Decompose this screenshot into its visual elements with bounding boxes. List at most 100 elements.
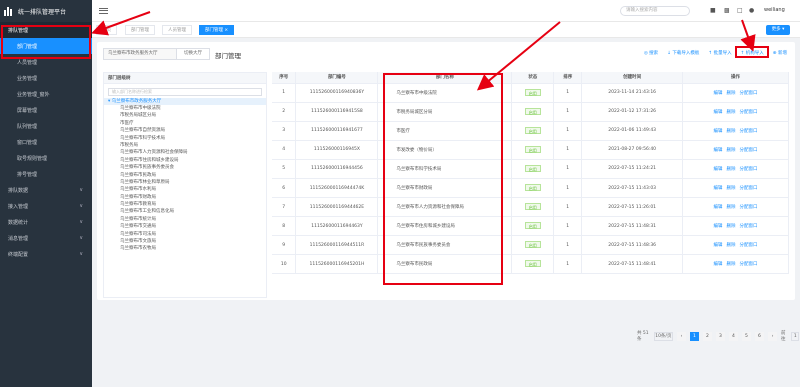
sidebar-item[interactable]: 消息管理 ∨ xyxy=(0,230,92,246)
tree-node[interactable]: 乌兰察布市林业和草原局 xyxy=(104,179,266,186)
tab-item[interactable]: 部门管理 xyxy=(125,25,155,35)
tab-item[interactable]: 人员管理 xyxy=(162,25,192,35)
next-page-button[interactable]: › xyxy=(767,331,777,341)
prev-page-button[interactable]: ‹ xyxy=(676,331,686,341)
delete-button[interactable]: 删除 xyxy=(727,167,736,172)
hall-select-input[interactable]: 乌兰察布市政务服务大厅 xyxy=(103,48,183,60)
hamburger-icon[interactable] xyxy=(99,7,108,14)
tree-node[interactable]: 乌兰察布市财政局 xyxy=(104,194,266,201)
tree-node[interactable]: 乌兰察布市教育局 xyxy=(104,201,266,208)
assign-window-button[interactable]: 分配窗口 xyxy=(740,262,758,267)
page-size-select[interactable]: 10条/页 xyxy=(653,331,673,341)
toolbar-action[interactable]: ↑ 批量导入 xyxy=(708,50,731,56)
delete-button[interactable]: 删除 xyxy=(727,224,736,229)
edit-button[interactable]: 编辑 xyxy=(714,129,723,134)
page-number[interactable]: 2 xyxy=(702,331,712,341)
assign-window-button[interactable]: 分配窗口 xyxy=(740,167,758,172)
table-row: 10 111526000116945201H 乌兰察布市民政局 启用 1 2022-07-… xyxy=(272,254,789,275)
tree-node[interactable]: 乌兰察布市科学技术局 xyxy=(104,135,266,142)
page-goto-input[interactable]: 1 xyxy=(791,331,800,341)
edit-button[interactable]: 编辑 xyxy=(714,148,723,153)
tree-node[interactable]: 乌兰察布市统计局 xyxy=(104,216,266,223)
page-number[interactable]: 3 xyxy=(715,331,725,341)
delete-button[interactable]: 删除 xyxy=(727,91,736,96)
page-number[interactable]: 6 xyxy=(754,331,764,341)
assign-window-button[interactable]: 分配窗口 xyxy=(740,186,758,191)
lock-icon[interactable]: ■ xyxy=(710,7,716,14)
sidebar-item[interactable]: 窗口管理 xyxy=(0,134,92,150)
top-header: 请输入搜索内容 ■ ▩ □ ● weiliang xyxy=(92,0,800,22)
toolbar-action[interactable]: ⊕ 新增 xyxy=(773,50,787,56)
toolbar-action[interactable]: ◎ 搜索 xyxy=(644,50,658,56)
status-badge: 启用 xyxy=(524,260,541,268)
assign-window-button[interactable]: 分配窗口 xyxy=(740,224,758,229)
save-icon[interactable]: ▩ xyxy=(724,7,730,14)
assign-window-button[interactable]: 分配窗口 xyxy=(740,205,758,210)
tree-root-node[interactable]: ▾ 乌兰察布市政务服务大厅 xyxy=(104,98,266,105)
tree-node[interactable]: 乌兰察布市自然资源局 xyxy=(104,127,266,134)
tree-node[interactable]: 乌兰察布市中级法院 xyxy=(104,105,266,112)
tree-node[interactable]: 市税务局 xyxy=(104,142,266,149)
delete-button[interactable]: 删除 xyxy=(727,110,736,115)
assign-window-button[interactable]: 分配窗口 xyxy=(740,129,758,134)
page-number[interactable]: 5 xyxy=(741,331,751,341)
delete-button[interactable]: 删除 xyxy=(727,262,736,267)
sidebar-item[interactable]: 业务管理 xyxy=(0,70,92,86)
delete-button[interactable]: 删除 xyxy=(727,148,736,153)
sidebar-item[interactable]: 屏幕管理 xyxy=(0,102,92,118)
delete-button[interactable]: 删除 xyxy=(727,129,736,134)
edit-button[interactable]: 编辑 xyxy=(714,243,723,248)
cell-no: 1 xyxy=(272,83,297,103)
delete-button[interactable]: 删除 xyxy=(727,205,736,210)
assign-window-button[interactable]: 分配窗口 xyxy=(740,243,758,248)
tree-node[interactable]: 乌兰察布市文旅局 xyxy=(104,238,266,245)
sidebar-item-label: 人员管理 xyxy=(17,59,38,66)
delete-button[interactable]: 删除 xyxy=(727,186,736,191)
tree-node[interactable]: 乌兰察布市水利局 xyxy=(104,186,266,193)
delete-button[interactable]: 删除 xyxy=(727,243,736,248)
tab-item[interactable]: 部门管理 × xyxy=(199,25,235,35)
toolbar-action[interactable]: ↓ 下载导入模板 xyxy=(667,50,699,56)
edit-button[interactable]: 编辑 xyxy=(714,205,723,210)
sidebar-item[interactable]: 业务管理_窗外 xyxy=(0,86,92,102)
user-name[interactable]: weiliang xyxy=(764,7,785,13)
switch-hall-button[interactable]: 切换大厅 xyxy=(176,48,210,60)
sidebar-item-label: 窗口管理 xyxy=(17,139,38,146)
sidebar-item[interactable]: 取号规则管理 xyxy=(0,150,92,166)
fullscreen-icon[interactable]: □ xyxy=(737,7,743,14)
sidebar-item[interactable]: 数据统计 ∨ xyxy=(0,214,92,230)
page-number[interactable]: 1 xyxy=(689,331,699,341)
sidebar-item[interactable]: 队列管理 xyxy=(0,118,92,134)
tree-node[interactable]: 乌兰察布市住房和城乡建设局 xyxy=(104,157,266,164)
tree-node[interactable]: 市医疗 xyxy=(104,120,266,127)
tree-node[interactable]: 乌兰察布市工业和信息化局 xyxy=(104,208,266,215)
global-search-input[interactable]: 请输入搜索内容 xyxy=(620,6,690,16)
sidebar-item[interactable]: 终端配置 ∨ xyxy=(0,246,92,262)
edit-button[interactable]: 编辑 xyxy=(714,167,723,172)
tree-node[interactable]: 乌兰察布市民政局 xyxy=(104,172,266,179)
tree-node[interactable]: 乌兰察布市民族事务委员会 xyxy=(104,164,266,171)
sidebar-item[interactable]: 排队数据 ∨ xyxy=(0,182,92,198)
assign-window-button[interactable]: 分配窗口 xyxy=(740,148,758,153)
user-avatar-icon[interactable]: ● xyxy=(749,7,754,14)
tree-node[interactable]: 乌兰察布市司法局 xyxy=(104,231,266,238)
cell-status: 启用 xyxy=(511,159,555,179)
more-button[interactable]: 更多 ▾ xyxy=(766,25,790,35)
assign-window-button[interactable]: 分配窗口 xyxy=(740,91,758,96)
tab-item[interactable]: 首页 xyxy=(96,25,117,35)
edit-button[interactable]: 编辑 xyxy=(714,91,723,96)
sidebar-item[interactable]: 排号管理 xyxy=(0,166,92,182)
tree-node[interactable]: 乌兰察布市人力资源和社会保障局 xyxy=(104,149,266,156)
edit-button[interactable]: 编辑 xyxy=(714,110,723,115)
edit-button[interactable]: 编辑 xyxy=(714,262,723,267)
tree-node[interactable]: 市税务局城区分局 xyxy=(104,112,266,119)
tree-filter-input[interactable]: 输入部门名称进行检索 xyxy=(108,88,262,96)
sidebar-item[interactable]: 接入管理 ∨ xyxy=(0,198,92,214)
cell-code: 111526000116944462E xyxy=(295,197,379,218)
page-number[interactable]: 4 xyxy=(728,331,738,341)
edit-button[interactable]: 编辑 xyxy=(714,224,723,229)
edit-button[interactable]: 编辑 xyxy=(714,186,723,191)
assign-window-button[interactable]: 分配窗口 xyxy=(740,110,758,115)
tree-node[interactable]: 乌兰察布市交通局 xyxy=(104,223,266,230)
tree-node[interactable]: 乌兰察布市农牧局 xyxy=(104,245,266,252)
